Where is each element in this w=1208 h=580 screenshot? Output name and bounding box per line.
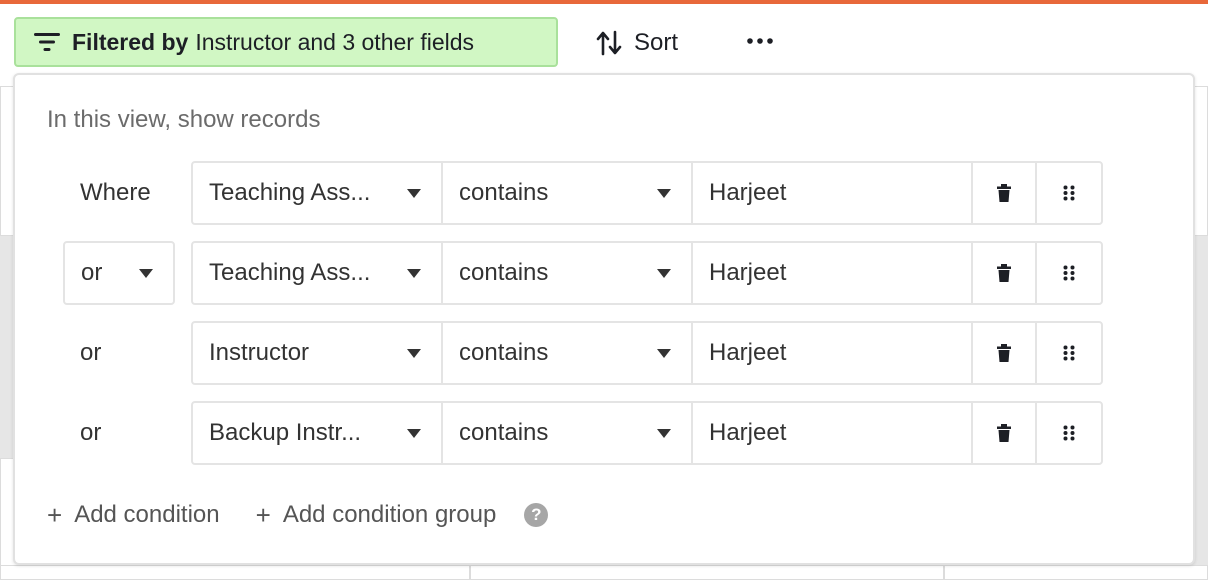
operator-value: contains [459,419,549,446]
plus-icon: + [47,499,63,530]
popover-title: In this view, show records [47,106,321,133]
operator-value: contains [459,179,549,206]
field-select-value: Teaching Ass... [209,259,371,286]
value-input[interactable]: Harjeet [693,163,973,223]
drag-handle[interactable] [1037,403,1101,463]
ellipsis-icon[interactable] [746,34,774,48]
condition-row: or Instructor contains Harjeet [15,321,1193,385]
drag-handle-icon [1063,345,1075,361]
value-input[interactable]: Harjeet [693,243,973,303]
condition-group: Teaching Ass... contains Harjeet [191,161,1103,225]
trash-icon [997,424,1011,442]
value-text: Harjeet [709,259,787,286]
caret-down-icon [407,349,421,358]
conjunction-select-value: or [81,259,103,286]
operator-select[interactable]: contains [443,323,693,383]
trash-icon [997,344,1011,362]
filter-button[interactable]: Filtered by Instructor and 3 other field… [14,17,558,67]
conjunction-label: Where [80,179,151,206]
sort-button[interactable]: Sort [596,26,678,60]
value-input[interactable]: Harjeet [693,323,973,383]
filter-popover: In this view, show records Where Teachin… [13,73,1195,565]
caret-down-icon [657,349,671,358]
popover-footer: + Add condition + Add condition group ? [47,495,549,535]
delete-condition-button[interactable] [973,403,1037,463]
condition-group: Backup Instr... contains Harjeet [191,401,1103,465]
value-text: Harjeet [709,419,787,446]
field-select-value: Teaching Ass... [209,179,371,206]
add-condition-group-label: Add condition group [282,501,497,528]
add-condition-label: Add condition [74,501,220,528]
caret-down-icon [657,269,671,278]
filter-summary: Instructor and 3 other fields [195,28,475,55]
field-select[interactable]: Instructor [193,323,443,383]
condition-row: or Backup Instr... contains Harjeet [15,401,1193,465]
condition-row: or Teaching Ass... contains Harjeet [15,241,1193,305]
caret-down-icon [407,429,421,438]
operator-value: contains [459,339,549,366]
value-input[interactable]: Harjeet [693,403,973,463]
filter-icon [34,33,60,51]
condition-group: Teaching Ass... contains Harjeet [191,241,1103,305]
caret-down-icon [657,189,671,198]
drag-handle-icon [1063,425,1075,441]
field-select[interactable]: Backup Instr... [193,403,443,463]
drag-handle[interactable] [1037,243,1101,303]
delete-condition-button[interactable] [973,323,1037,383]
caret-down-icon [657,429,671,438]
field-select[interactable]: Teaching Ass... [193,243,443,303]
value-text: Harjeet [709,339,787,366]
operator-select[interactable]: contains [443,403,693,463]
conjunction-label: or [80,339,102,366]
grid-cell [470,565,944,580]
condition-group: Instructor contains Harjeet [191,321,1103,385]
help-icon[interactable]: ? [524,503,549,527]
sort-icon [596,30,622,56]
conjunction-select[interactable]: or [63,241,175,305]
filter-prefix: Filtered by [72,28,189,55]
conjunction-label: or [80,419,102,446]
add-condition-button[interactable]: + Add condition [47,500,220,531]
drag-handle-icon [1063,185,1075,201]
condition-row: Where Teaching Ass... contains Harjeet [15,161,1193,225]
grid-cell [0,565,470,580]
delete-condition-button[interactable] [973,243,1037,303]
delete-condition-button[interactable] [973,163,1037,223]
trash-icon [997,264,1011,282]
operator-select[interactable]: contains [443,243,693,303]
add-condition-group-button[interactable]: + Add condition group [256,500,497,531]
trash-icon [997,184,1011,202]
operator-value: contains [459,259,549,286]
grid-cell [944,565,1208,580]
drag-handle-icon [1063,265,1075,281]
caret-down-icon [407,189,421,198]
field-select-value: Backup Instr... [209,419,362,446]
field-select-value: Instructor [209,339,310,366]
sort-label: Sort [634,29,679,56]
field-select[interactable]: Teaching Ass... [193,163,443,223]
drag-handle[interactable] [1037,323,1101,383]
value-text: Harjeet [709,179,787,206]
drag-handle[interactable] [1037,163,1101,223]
operator-select[interactable]: contains [443,163,693,223]
caret-down-icon [139,268,153,278]
plus-icon: + [255,499,271,530]
caret-down-icon [407,269,421,278]
